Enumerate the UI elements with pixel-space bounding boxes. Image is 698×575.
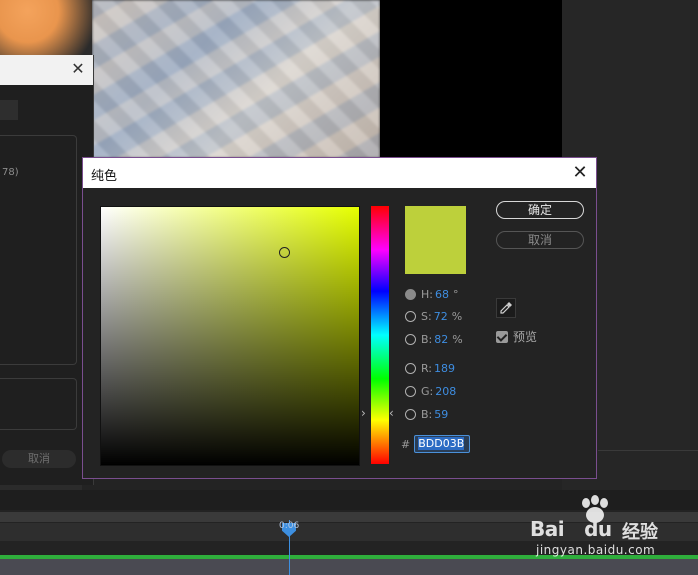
watermark-logo: Bai du <box>530 517 612 541</box>
green-label: G: <box>421 384 434 398</box>
eyedropper-glyph <box>500 302 512 314</box>
playhead-time-label: 0:06 <box>279 521 300 531</box>
brightness-row[interactable]: B: 82 % <box>405 330 463 348</box>
watermark-logo-cn: 经验 <box>622 522 658 543</box>
hue-unit: ° <box>452 287 459 301</box>
hue-slider-right-marker-icon[interactable]: ‹ <box>389 406 394 420</box>
color-swatch <box>405 206 466 274</box>
brightness-radio[interactable] <box>405 333 416 345</box>
red-row[interactable]: R: 189 <box>405 359 455 377</box>
hue-slider-left-marker-icon[interactable]: › <box>361 406 366 420</box>
red-label: R: <box>421 361 433 375</box>
green-value[interactable]: 208 <box>435 385 456 398</box>
hue-row[interactable]: H: 68 ° <box>405 285 458 303</box>
hue-slider[interactable] <box>371 206 389 464</box>
background-dialog-group-2 <box>0 378 77 430</box>
baidu-jingyan-watermark: Bai du 经验 jingyan.baidu.com <box>530 495 698 575</box>
preview-label: 预览 <box>513 330 538 344</box>
red-radio[interactable] <box>405 362 416 374</box>
brightness-label: B: <box>421 332 433 346</box>
saturation-label: S: <box>421 309 432 323</box>
color-cursor[interactable] <box>279 247 290 258</box>
preview-row[interactable]: 预览 <box>496 328 537 345</box>
composition-preview-image <box>92 0 380 158</box>
eyedropper-icon[interactable] <box>496 298 516 318</box>
cancel-button[interactable]: 取消 <box>496 231 584 249</box>
panel-divider <box>598 450 698 451</box>
dialog-titlebar[interactable]: 纯色 ✕ <box>83 158 596 188</box>
hex-value[interactable]: BDD03B <box>418 437 465 450</box>
composition-viewer-black <box>380 0 562 158</box>
saturation-value[interactable]: 72 <box>434 310 448 323</box>
blue-value[interactable]: 59 <box>434 408 448 421</box>
ok-button[interactable]: 确定 <box>496 201 584 219</box>
blue-radio[interactable] <box>405 408 416 420</box>
hex-input[interactable]: BDD03B <box>414 435 471 453</box>
preview-thumbnail <box>0 0 92 55</box>
brightness-value[interactable]: 82 <box>434 333 448 346</box>
saturation-row[interactable]: S: 72 % <box>405 307 462 325</box>
hue-radio[interactable] <box>405 288 416 300</box>
green-row[interactable]: G: 208 <box>405 382 456 400</box>
watermark-url: jingyan.baidu.com <box>536 543 656 557</box>
green-radio[interactable] <box>405 385 416 397</box>
close-icon[interactable]: ✕ <box>570 162 590 184</box>
background-dialog-text: 78) <box>2 167 19 178</box>
preview-checkbox[interactable] <box>496 330 508 343</box>
hue-value[interactable]: 68 <box>435 288 449 301</box>
brightness-unit: % <box>452 332 463 346</box>
close-icon[interactable]: ✕ <box>70 60 86 78</box>
hue-label: H: <box>421 287 433 301</box>
hex-row: # BDD03B <box>401 434 471 454</box>
hex-prefix: # <box>401 437 411 451</box>
saturation-brightness-field[interactable] <box>100 206 360 466</box>
saturation-radio[interactable] <box>405 310 416 322</box>
dialog-title: 纯色 <box>91 169 118 184</box>
saturation-unit: % <box>451 309 463 323</box>
background-dialog-field[interactable] <box>0 100 18 120</box>
blue-label: B: <box>421 407 433 421</box>
red-value[interactable]: 189 <box>434 362 455 375</box>
background-cancel-button[interactable]: 取消 <box>2 450 76 468</box>
color-picker-dialog: 纯色 ✕ › ‹ H: 68 ° S: 72 % B: 82 % R: 189 … <box>82 157 597 479</box>
blue-row[interactable]: B: 59 <box>405 405 448 423</box>
